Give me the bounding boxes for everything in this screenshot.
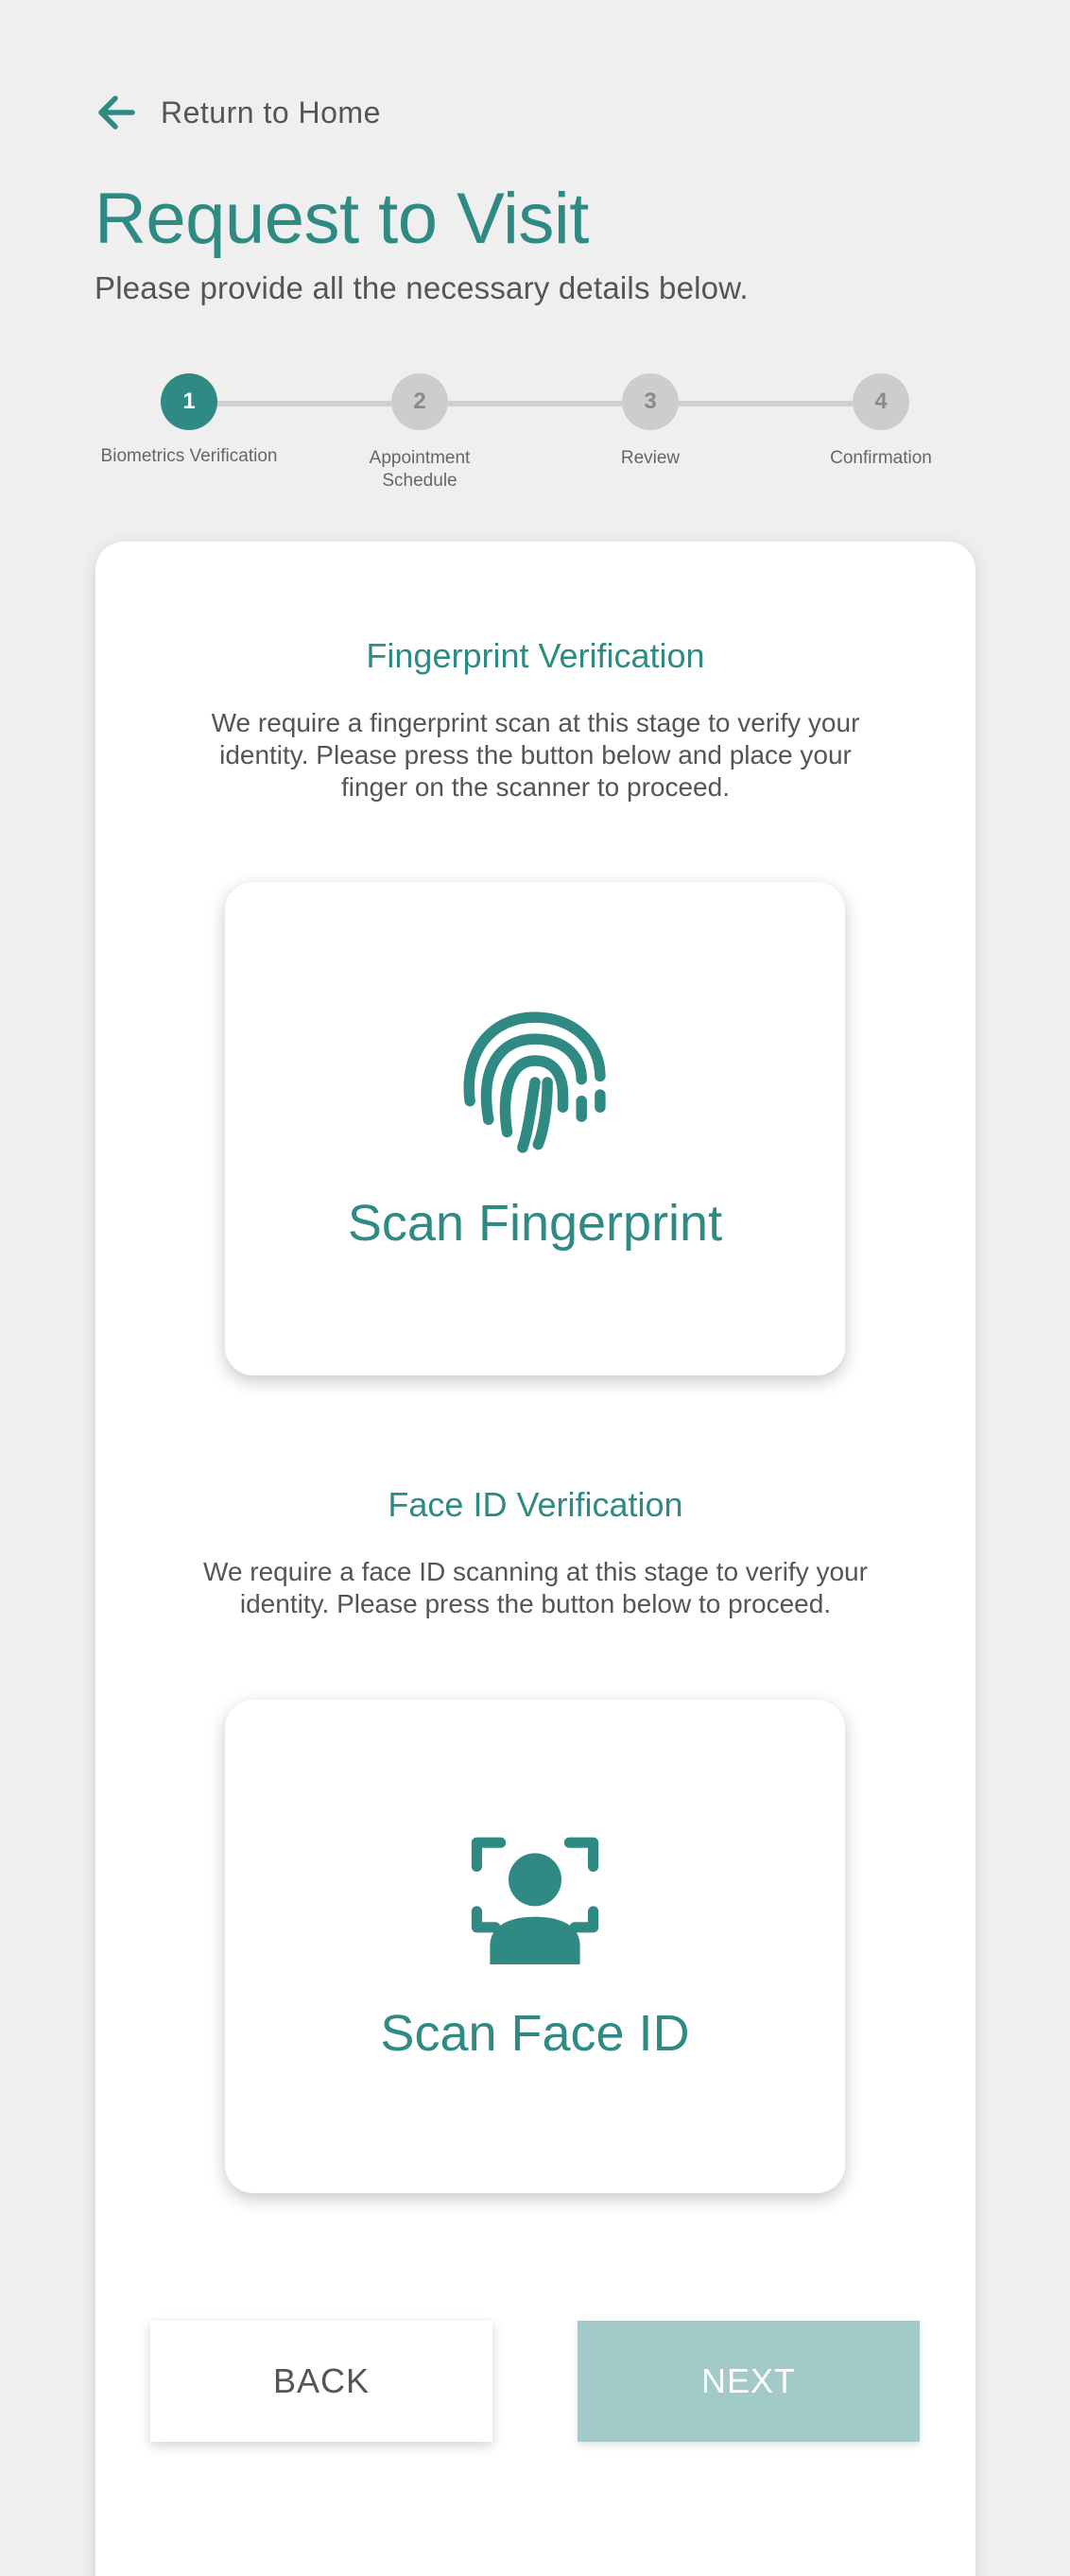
scan-fingerprint-button[interactable]: Scan Fingerprint: [225, 882, 845, 1375]
step-connector: [217, 401, 391, 406]
fingerprint-section-description: We require a fingerprint scan at this st…: [211, 708, 860, 802]
face-scan-icon: [471, 1837, 599, 1964]
step-connector: [448, 401, 622, 406]
fingerprint-icon: [463, 1011, 606, 1153]
step-4-indicator: 4: [853, 373, 909, 430]
arrow-left-icon: [98, 95, 135, 130]
next-button[interactable]: NEXT: [578, 2321, 920, 2442]
step-3-indicator: 3: [622, 373, 679, 430]
step-2-label: Appointment Schedule: [369, 448, 471, 491]
step-2-indicator: 2: [391, 373, 448, 430]
fingerprint-section-title: Fingerprint Verification: [366, 636, 705, 675]
scan-face-id-label: Scan Face ID: [380, 2005, 690, 2062]
step-connector: [679, 401, 853, 406]
return-home-label: Return to Home: [161, 95, 381, 130]
page-subtitle: Please provide all the necessary details…: [95, 270, 749, 305]
back-button[interactable]: BACK: [150, 2321, 492, 2442]
page-title: Request to Visit: [95, 179, 589, 259]
scan-face-id-button[interactable]: Scan Face ID: [225, 1700, 845, 2193]
step-1-indicator: 1: [161, 373, 217, 430]
step-3-label: Review: [620, 448, 681, 468]
step-4-label: Confirmation: [830, 448, 932, 468]
return-home-link[interactable]: Return to Home: [95, 91, 381, 134]
biometrics-card: Fingerprint Verification We require a fi…: [95, 542, 975, 2576]
step-1-label: Biometrics Verification: [100, 446, 278, 466]
progress-stepper: 1 2 3 4 Biometrics Verification Appointm…: [0, 373, 1070, 506]
scan-fingerprint-label: Scan Fingerprint: [347, 1195, 723, 1252]
face-id-section-description: We require a face ID scanning at this st…: [203, 1557, 868, 1618]
face-id-section-title: Face ID Verification: [388, 1485, 683, 1524]
